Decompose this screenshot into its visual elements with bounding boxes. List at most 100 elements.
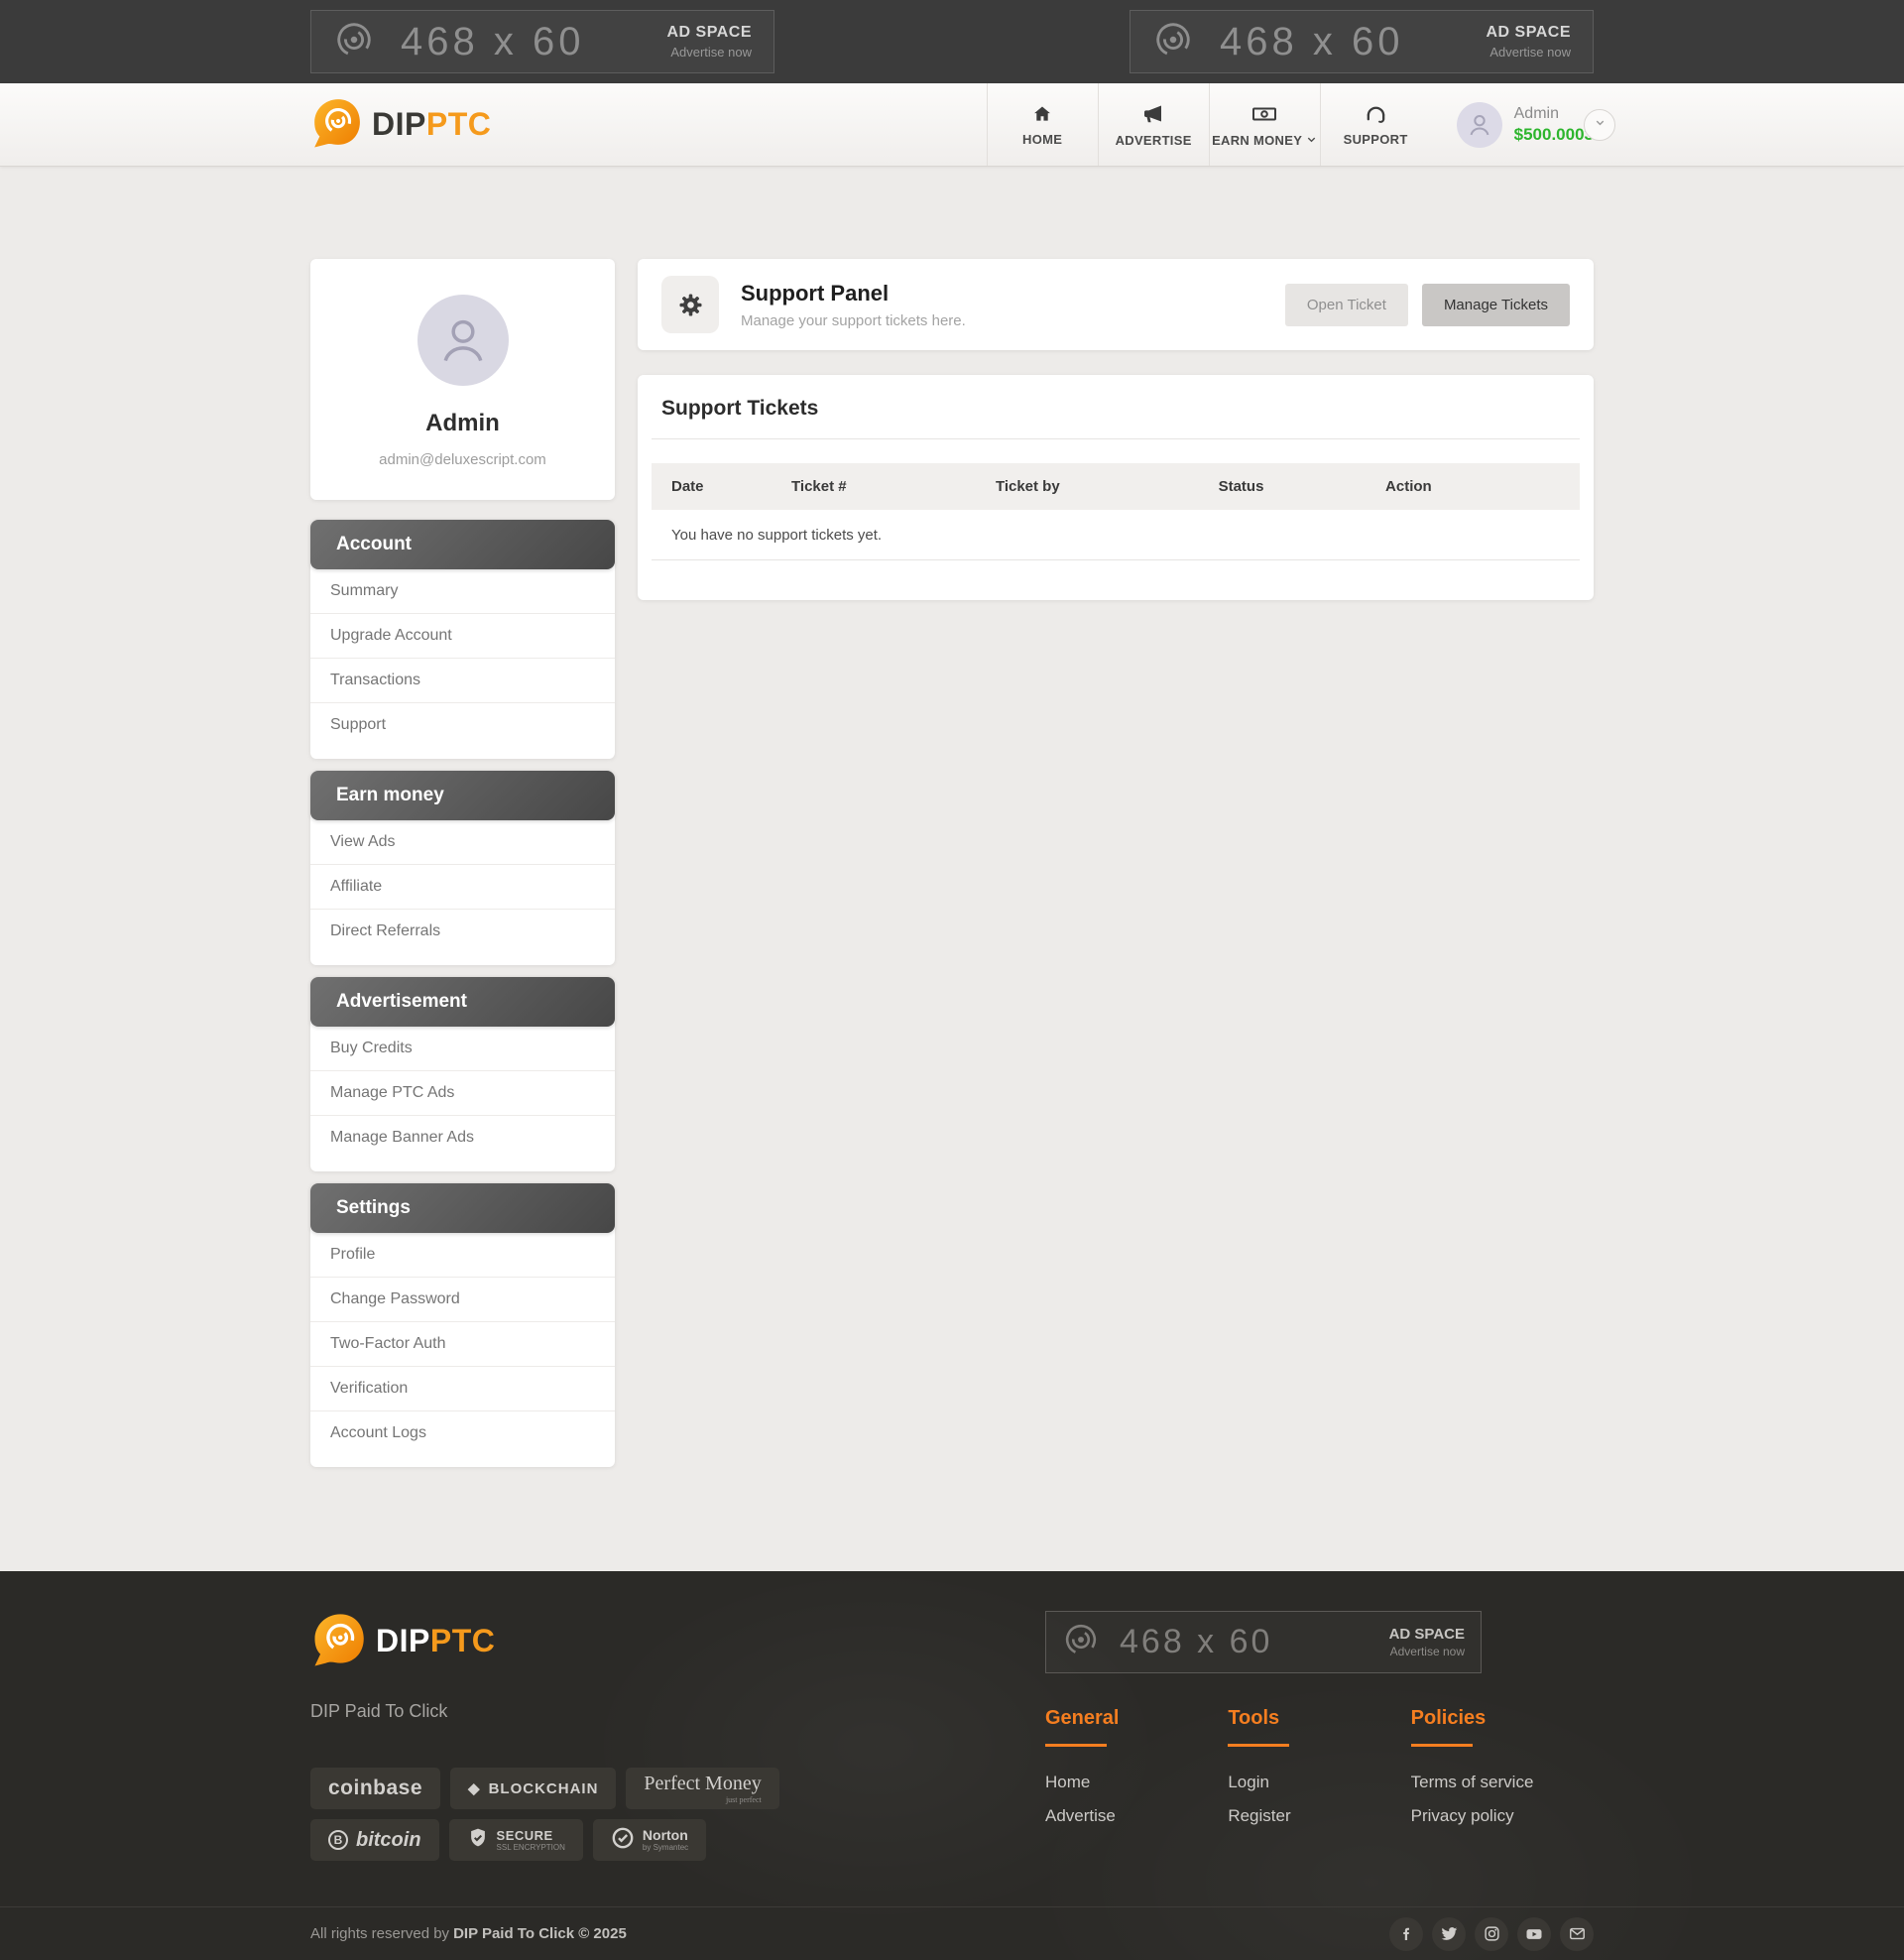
norton-check-icon [611,1826,635,1855]
sidebar-item-support[interactable]: Support [310,703,615,747]
diamond-icon: ◆ [468,1779,481,1797]
advertise-now-link[interactable]: Advertise now [1487,45,1572,60]
col-ticket-by: Ticket by [986,463,1209,510]
ad-space-label: AD SPACE [1389,1626,1465,1643]
email-icon[interactable] [1560,1917,1594,1951]
perfect-money-badge: Perfect Money just perfect [626,1768,778,1809]
profile-email: admin@deluxescript.com [330,451,595,468]
col-action: Action [1375,463,1580,510]
sidebar-section-advertisement: Advertisement Buy Credits Manage PTC Ads… [310,977,615,1171]
footer-column-policies: Policies Terms of service Privacy policy [1411,1707,1594,1826]
copyright: All rights reserved byDIP Paid To Click … [310,1925,627,1942]
nav-item-home[interactable]: HOME [987,83,1098,166]
social-links [1389,1917,1594,1951]
twitter-icon[interactable] [1432,1917,1466,1951]
sidebar-item-affiliate[interactable]: Affiliate [310,865,615,910]
instagram-icon[interactable] [1475,1917,1508,1951]
top-ad-bar: 468 x 60 AD SPACE Advertise now 468 x 60… [0,0,1904,83]
profile-name: Admin [330,410,595,437]
megaphone-icon [1141,102,1165,126]
footer-link-terms[interactable]: Terms of service [1411,1773,1594,1792]
support-panel-card: Support Panel Manage your support ticket… [638,259,1594,350]
sidebar-item-two-factor-auth[interactable]: Two-Factor Auth [310,1322,615,1367]
ad-size-text: 468 x 60 [1220,20,1403,64]
nav-item-support[interactable]: SUPPORT [1320,83,1431,166]
chevron-down-icon [1306,133,1317,148]
money-bill-icon [1251,102,1277,126]
ad-target-icon [1152,19,1194,65]
sidebar-item-direct-referrals[interactable]: Direct Referrals [310,910,615,953]
brand-name-secondary: PTC [426,106,492,142]
bitcoin-icon: B [328,1830,348,1850]
coinbase-badge: coinbase [310,1768,440,1809]
sidebar-item-transactions[interactable]: Transactions [310,659,615,703]
sidebar-item-verification[interactable]: Verification [310,1367,615,1411]
footer-logo[interactable]: DIPPTC [310,1611,925,1671]
empty-row: You have no support tickets yet. [652,510,1580,560]
headset-icon [1365,102,1387,125]
tickets-title: Support Tickets [638,375,1594,438]
ad-banner-top-left[interactable]: 468 x 60 AD SPACE Advertise now [310,10,774,73]
payment-badges: coinbase ◆ BLOCKCHAIN Perfect Money just… [310,1768,786,1861]
brand-bird-icon [310,1611,366,1671]
footer-right-block: 468 x 60 AD SPACE Advertise now General … [1045,1611,1594,1861]
col-ticket-number: Ticket # [781,463,986,510]
footer-tagline: DIP Paid To Click [310,1701,925,1722]
ad-banner-footer[interactable]: 468 x 60 AD SPACE Advertise now [1045,1611,1482,1673]
nav-item-earn-money[interactable]: EARN MONEY [1209,83,1320,166]
support-tickets-card: Support Tickets Date Ticket # Ticket by … [638,375,1594,600]
footer: DIPPTC DIP Paid To Click coinbase ◆ BLOC… [0,1571,1904,1960]
home-icon [1031,103,1053,125]
page-title: Support Panel [741,281,966,306]
advertise-now-link[interactable]: Advertise now [667,45,753,60]
sidebar-item-buy-credits[interactable]: Buy Credits [310,1027,615,1071]
user-menu[interactable]: Admin $500.0003 [1431,83,1594,166]
sidebar-item-manage-ptc-ads[interactable]: Manage PTC Ads [310,1071,615,1116]
advertise-now-link[interactable]: Advertise now [1389,1645,1465,1658]
ad-target-icon [1062,1621,1100,1663]
shield-check-icon [467,1827,489,1854]
footer-link-register[interactable]: Register [1228,1806,1410,1826]
footer-link-home[interactable]: Home [1045,1773,1228,1792]
footer-brand-block: DIPPTC DIP Paid To Click coinbase ◆ BLOC… [310,1611,925,1861]
tickets-table: Date Ticket # Ticket by Status Action Yo… [652,463,1580,560]
footer-link-privacy[interactable]: Privacy policy [1411,1806,1594,1826]
profile-avatar [417,295,509,386]
ad-space-label: AD SPACE [1487,24,1572,42]
sidebar-item-account-logs[interactable]: Account Logs [310,1411,615,1455]
col-status: Status [1209,463,1375,510]
footer-link-login[interactable]: Login [1228,1773,1410,1792]
col-date: Date [652,463,781,510]
section-title: Settings [310,1183,615,1233]
chevron-down-icon [1594,116,1606,134]
user-name: Admin [1514,105,1594,123]
header-dropdown-toggle[interactable] [1584,109,1615,141]
youtube-icon[interactable] [1517,1917,1551,1951]
sidebar-item-change-password[interactable]: Change Password [310,1278,615,1322]
manage-tickets-button[interactable]: Manage Tickets [1422,284,1570,326]
main-content: Admin admin@deluxescript.com Account Sum… [0,167,1904,1571]
sidebar-section-earn-money: Earn money View Ads Affiliate Direct Ref… [310,771,615,965]
site-logo[interactable]: DIPPTC [310,83,491,166]
open-ticket-button[interactable]: Open Ticket [1285,284,1408,326]
footer-bottom-bar: All rights reserved byDIP Paid To Click … [0,1906,1904,1960]
footer-link-advertise[interactable]: Advertise [1045,1806,1228,1826]
sidebar-item-manage-banner-ads[interactable]: Manage Banner Ads [310,1116,615,1160]
brand-bird-icon [310,96,362,153]
main-nav: HOME ADVERTISE EARN MONEY [987,83,1594,166]
facebook-icon[interactable] [1389,1917,1423,1951]
sidebar-section-settings: Settings Profile Change Password Two-Fac… [310,1183,615,1467]
norton-badge: Norton by Symantec [593,1819,706,1861]
sidebar: Admin admin@deluxescript.com Account Sum… [310,259,615,1467]
sidebar-item-summary[interactable]: Summary [310,569,615,614]
sidebar-item-profile[interactable]: Profile [310,1233,615,1278]
ad-space-label: AD SPACE [667,24,753,42]
sidebar-section-account: Account Summary Upgrade Account Transact… [310,520,615,759]
ad-banner-top-right[interactable]: 468 x 60 AD SPACE Advertise now [1130,10,1594,73]
content-column: Support Panel Manage your support ticket… [638,259,1594,600]
sidebar-item-upgrade-account[interactable]: Upgrade Account [310,614,615,659]
profile-card: Admin admin@deluxescript.com [310,259,615,500]
nav-item-advertise[interactable]: ADVERTISE [1098,83,1209,166]
brand-name-primary: DIP [372,106,426,142]
sidebar-item-view-ads[interactable]: View Ads [310,820,615,865]
